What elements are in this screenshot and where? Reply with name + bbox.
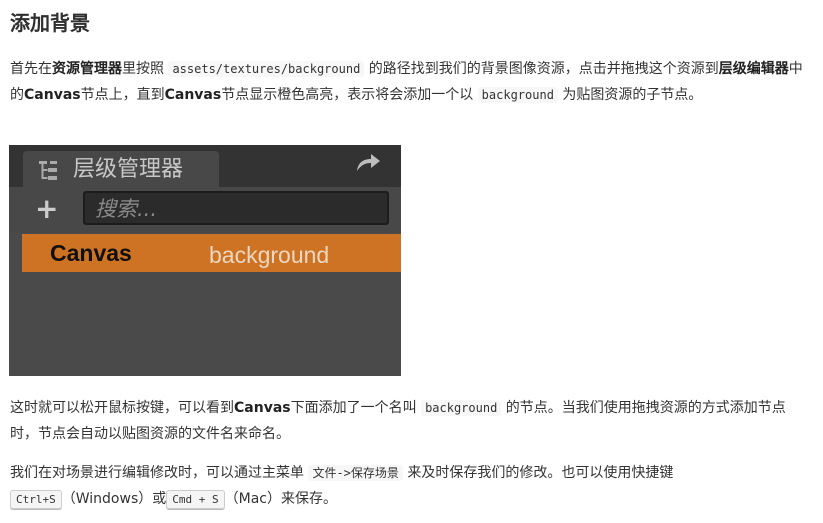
hierarchy-tab[interactable]: 层级管理器	[23, 151, 219, 187]
hierarchy-icon	[39, 161, 57, 180]
bold-term: 层级编辑器	[718, 61, 789, 77]
node-label: Canvas	[50, 240, 132, 266]
shortcut-key: Ctrl+S	[10, 490, 62, 509]
bold-term: Canvas	[234, 400, 291, 416]
panel-tab-bar: 层级管理器	[9, 145, 401, 187]
shortcut-key: Cmd + S	[166, 490, 225, 509]
inline-code: 文件->保存场景	[308, 465, 403, 481]
hierarchy-panel-screenshot: 层级管理器 + 搜索... Canvas background	[9, 145, 401, 376]
paragraph-intro: 首先在资源管理器里按照 assets/textures/background 的…	[10, 56, 810, 108]
text: 来及时保存我们的修改。也可以使用快捷键	[407, 465, 674, 481]
paragraph-result: 这时就可以松开鼠标按键，可以看到Canvas下面添加了一个名叫 backgrou…	[10, 395, 810, 447]
add-icon[interactable]: +	[35, 194, 58, 224]
search-placeholder: 搜索...	[95, 197, 158, 221]
panel-title: 层级管理器	[73, 157, 184, 182]
text: 我们在对场景进行编辑修改时，可以通过主菜单	[10, 465, 304, 481]
drag-ghost-label: background	[209, 242, 330, 268]
bold-term: 资源管理器	[52, 61, 122, 77]
text: （Windows）或	[61, 491, 167, 507]
panel-toolbar: + 搜索...	[9, 187, 401, 233]
inline-code: assets/textures/background	[168, 61, 365, 77]
search-input[interactable]: 搜索...	[83, 191, 389, 225]
inline-code: background	[421, 400, 502, 416]
inline-code: background	[477, 87, 558, 103]
text: 为贴图资源的子节点。	[562, 87, 703, 103]
paragraph-save: 我们在对场景进行编辑修改时，可以通过主菜单 文件->保存场景 来及时保存我们的修…	[10, 460, 810, 513]
text: 里按照	[122, 61, 164, 77]
text: 首先在	[10, 61, 52, 77]
text: 下面添加了一个名叫	[290, 400, 417, 416]
bold-term: Canvas	[164, 87, 222, 103]
text: 节点上，直到	[80, 87, 165, 103]
share-icon[interactable]	[355, 151, 381, 173]
text: 这时就可以松开鼠标按键，可以看到	[10, 400, 234, 416]
page-title: 添加背景	[10, 11, 90, 35]
text: 节点显示橙色高亮，表示将会添加一个以	[221, 87, 474, 103]
tree-row-canvas[interactable]: Canvas background	[22, 234, 401, 272]
text: （Mac）来保存。	[224, 491, 337, 507]
bold-term: Canvas	[24, 87, 81, 103]
text: 的路径找到我们的背景图像资源，点击并拖拽这个资源到	[368, 61, 719, 77]
